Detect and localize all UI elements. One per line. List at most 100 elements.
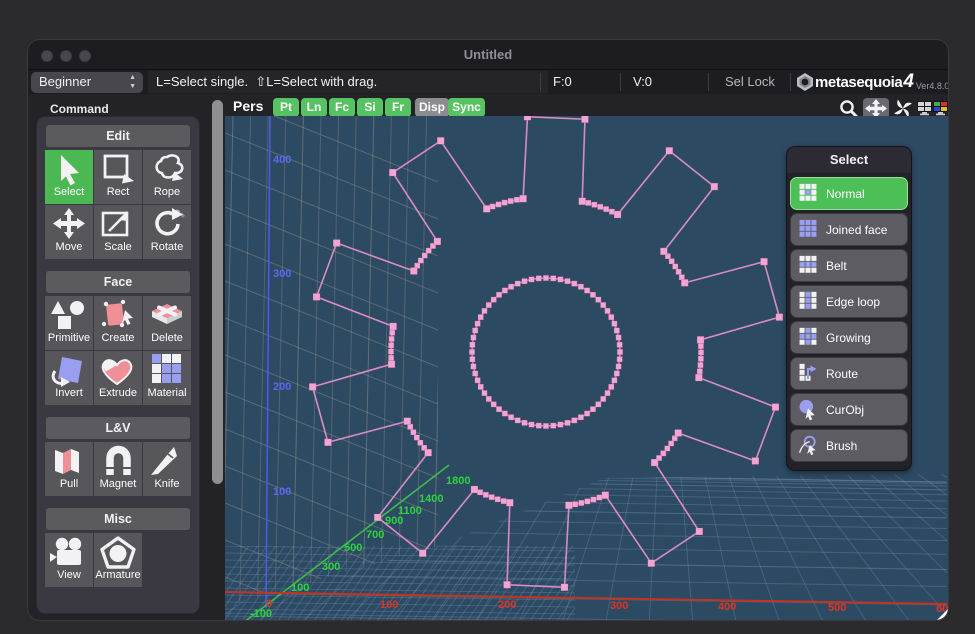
app-logo: metasequoia4Ver4.8.0: [795, 71, 948, 93]
command-button-invert[interactable]: Invert: [45, 351, 93, 405]
select-mode-normal[interactable]: Normal: [790, 177, 908, 210]
rotate-icon: [145, 207, 189, 243]
select-mode-growing[interactable]: Growing: [790, 321, 908, 354]
display-toggle-pt[interactable]: Pt: [273, 98, 299, 117]
extrude-icon: [96, 353, 140, 389]
invert-icon: [47, 353, 91, 389]
toolbar-divider: [708, 73, 709, 91]
axis-tick-label: 300: [322, 561, 340, 573]
select-mode-brush[interactable]: Brush: [790, 429, 908, 462]
axis-tick-label: 400: [718, 601, 736, 613]
command-button-rope[interactable]: Rope: [143, 150, 191, 204]
route-icon: [797, 363, 819, 385]
command-panel: Edit Select RectRope Move Scale Rotate Face Pri…: [36, 116, 200, 614]
command-button-scale[interactable]: Scale: [94, 205, 142, 259]
sel-lock-toggle[interactable]: Sel Lock: [725, 74, 775, 89]
pull-icon: [47, 444, 91, 480]
face-count: F:0: [553, 74, 572, 89]
delete-icon: [145, 298, 189, 334]
primitive-icon: [47, 298, 91, 334]
section-header-face: Face: [46, 271, 190, 293]
select-mode-label: Edge loop: [826, 295, 880, 309]
armature-icon: [96, 535, 140, 571]
section-header-edit: Edit: [46, 125, 190, 147]
hint-text: L=Select single. ⇧L=Select with drag.: [156, 74, 377, 90]
command-button-extrude[interactable]: Extrude: [94, 351, 142, 405]
display-toggle-si[interactable]: Si: [357, 98, 383, 117]
move-icon: [47, 207, 91, 243]
material-icon: [145, 353, 189, 389]
command-button-rect[interactable]: Rect: [94, 150, 142, 204]
brand-version: Ver4.8.0: [916, 81, 948, 91]
resize-handle-icon[interactable]: [937, 609, 948, 620]
command-button-label: Primitive: [48, 332, 90, 344]
knife-icon: [145, 444, 189, 480]
command-button-label: Extrude: [99, 387, 137, 399]
command-button-select[interactable]: Select: [45, 150, 93, 204]
view-icon: [47, 535, 91, 571]
brand-name: metasequoia: [815, 74, 902, 91]
command-button-create[interactable]: Create: [94, 296, 142, 350]
gear-wireframe: [309, 116, 783, 591]
command-button-material[interactable]: Material: [143, 351, 191, 405]
chevron-updown-icon: ▲▼: [129, 73, 136, 91]
viewport-canvas[interactable]: 400300200100-100100300500700900110014001…: [225, 116, 948, 620]
select-mode-belt[interactable]: Belt: [790, 249, 908, 282]
command-button-label: Rotate: [151, 241, 183, 253]
create-icon: [96, 298, 140, 334]
display-toggle-sync[interactable]: Sync: [448, 98, 485, 117]
axis-tick-label: 100: [273, 486, 291, 498]
axis-tick-label: 1400: [419, 493, 443, 505]
select-mode-label: Belt: [826, 259, 847, 273]
display-toggle-fc[interactable]: Fc: [329, 98, 355, 117]
app-window: Untitled Beginner ▲▼ L=Select single. ⇧L…: [28, 40, 948, 620]
command-panel-title: Command: [50, 102, 109, 116]
select-mode-joined-face[interactable]: Joined face: [790, 213, 908, 246]
command-scrollbar[interactable]: [212, 100, 223, 484]
select-mode-label: Normal: [826, 187, 865, 201]
command-button-label: Delete: [151, 332, 183, 344]
command-button-label: Move: [56, 241, 83, 253]
view-mode-label: Pers: [233, 98, 263, 114]
axis-tick-label: 700: [366, 529, 384, 541]
select-mode-label: Route: [826, 367, 858, 381]
magnet-icon: [96, 444, 140, 480]
command-button-delete[interactable]: Delete: [143, 296, 191, 350]
command-button-label: Armature: [95, 569, 140, 581]
desktop-background: Untitled Beginner ▲▼ L=Select single. ⇧L…: [0, 0, 975, 634]
command-button-pull[interactable]: Pull: [45, 442, 93, 496]
brush-icon: [797, 435, 819, 457]
command-button-primitive[interactable]: Primitive: [45, 296, 93, 350]
rect-icon: [96, 152, 140, 188]
axis-tick-label: 100: [291, 582, 309, 594]
display-toggle-disp[interactable]: Disp: [415, 98, 449, 117]
joined-icon: [797, 219, 819, 241]
display-toggle-ln[interactable]: Ln: [301, 98, 327, 117]
toolbar-divider: [620, 73, 621, 91]
command-button-magnet[interactable]: Magnet: [94, 442, 142, 496]
command-button-armature[interactable]: Armature: [94, 533, 142, 587]
select-mode-curobj[interactable]: CurObj: [790, 393, 908, 426]
command-button-rotate[interactable]: Rotate: [143, 205, 191, 259]
rope-icon: [145, 152, 189, 188]
window-title: Untitled: [28, 47, 948, 62]
axis-tick-label: 1100: [398, 505, 422, 517]
metasequoia-logo-icon: [795, 72, 815, 92]
command-button-view[interactable]: View: [45, 533, 93, 587]
mode-dropdown-value: Beginner: [39, 74, 91, 89]
select-panel-title: Select: [787, 147, 911, 173]
mode-dropdown[interactable]: Beginner ▲▼: [31, 72, 143, 93]
axis-tick-label: 300: [610, 600, 628, 612]
curobj-icon: [797, 399, 819, 421]
brand-number: 4: [903, 71, 914, 93]
section-header-misc: Misc: [46, 508, 190, 530]
select-mode-label: Growing: [826, 331, 871, 345]
command-button-label: Select: [54, 186, 85, 198]
command-button-label: Pull: [60, 478, 78, 490]
title-bar: Untitled: [28, 40, 948, 70]
command-button-move[interactable]: Move: [45, 205, 93, 259]
display-toggle-fr[interactable]: Fr: [385, 98, 411, 117]
select-mode-edge-loop[interactable]: Edge loop: [790, 285, 908, 318]
command-button-knife[interactable]: Knife: [143, 442, 191, 496]
select-mode-route[interactable]: Route: [790, 357, 908, 390]
